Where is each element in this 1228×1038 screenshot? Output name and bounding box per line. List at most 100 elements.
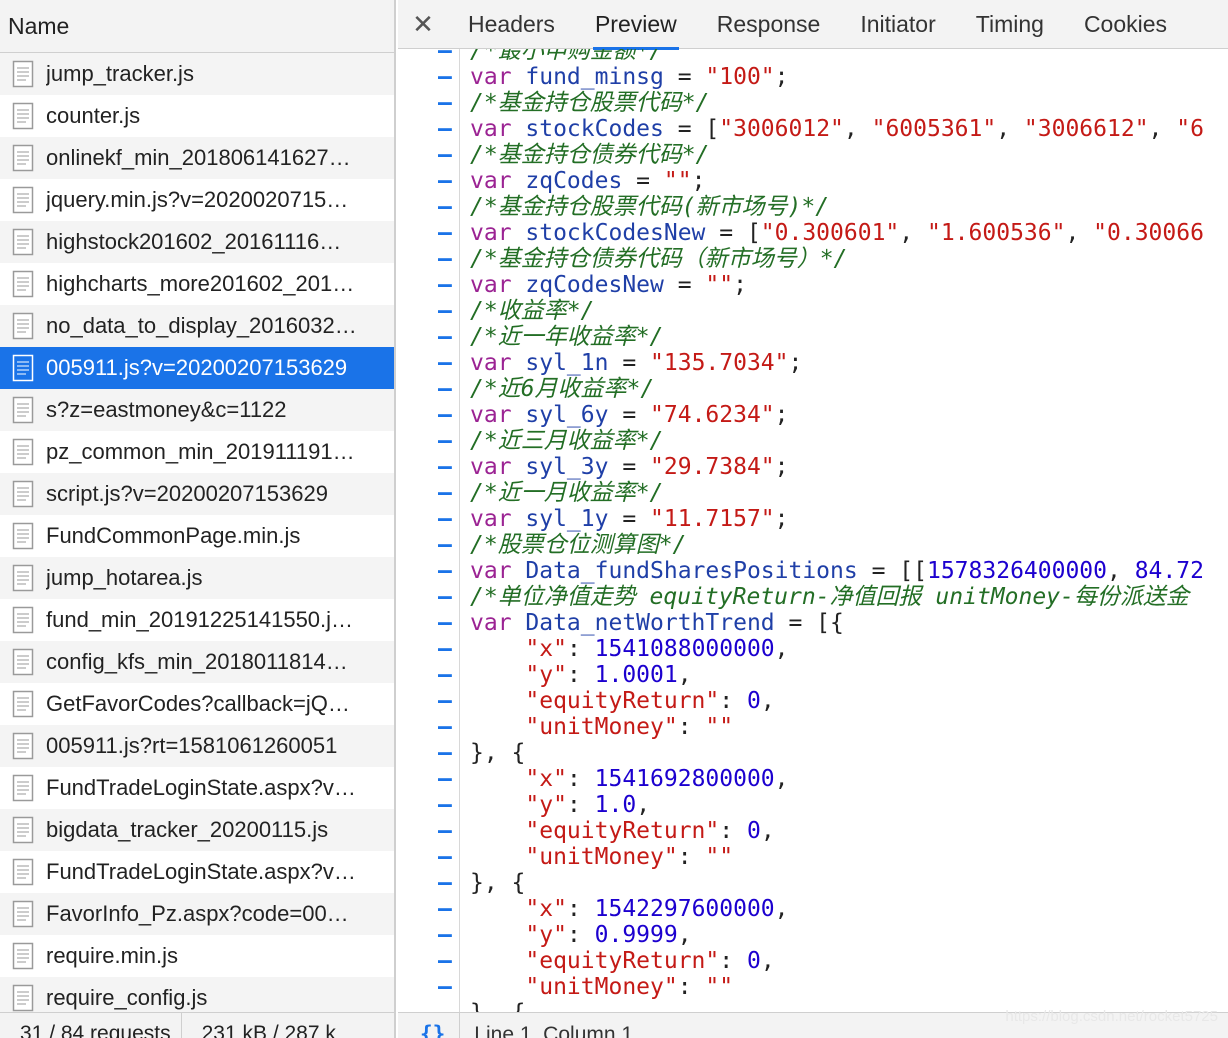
fold-marker-icon[interactable]: – [438,1000,452,1012]
fold-marker-icon[interactable]: – [438,532,452,558]
name-column-header[interactable]: Name [0,0,394,53]
request-row[interactable]: script.js?v=20200207153629 [0,473,394,515]
request-name: highstock201602_20161116… [46,229,342,254]
request-row[interactable]: FundTradeLoginState.aspx?v… [0,851,394,893]
code-token: "equityReturn" [525,948,720,974]
fold-marker-icon[interactable]: – [438,272,452,298]
code-line-text: "unitMoney": "" [470,714,733,740]
fold-marker-icon[interactable]: – [438,922,452,948]
fold-marker-icon[interactable]: – [438,454,452,480]
tab-preview[interactable]: Preview [575,0,697,50]
request-row[interactable]: s?z=eastmoney&c=1122 [0,389,394,431]
fold-marker-icon[interactable]: – [438,584,452,610]
request-row[interactable]: FundTradeLoginState.aspx?v… [0,767,394,809]
request-name: jump_tracker.js [46,61,194,86]
code-line-text: "y": 0.9999, [470,922,691,948]
fold-marker-icon[interactable]: – [438,376,452,402]
fold-marker-icon[interactable]: – [438,948,452,974]
file-icon [12,942,34,970]
fold-marker-icon[interactable]: – [438,870,452,896]
request-row[interactable]: no_data_to_display_2016032… [0,305,394,347]
fold-marker-icon[interactable]: – [438,662,452,688]
fold-marker-icon[interactable]: – [438,844,452,870]
request-row[interactable]: pz_common_min_201911191… [0,431,394,473]
code-line-text: }, { [470,740,525,766]
request-row[interactable]: FundCommonPage.min.js [0,515,394,557]
fold-marker-icon[interactable]: – [438,740,452,766]
fold-marker-icon[interactable]: – [438,220,452,246]
fold-marker-icon[interactable]: – [438,558,452,584]
file-icon [12,480,34,508]
request-row[interactable]: highstock201602_20161116… [0,221,394,263]
code-token: "0.30066 [1093,220,1204,246]
code-token: , [843,116,872,142]
code-token: "y" [525,922,567,948]
code-line-text: "unitMoney": "" [470,974,733,1000]
request-row[interactable]: jump_hotarea.js [0,557,394,599]
code-token: /*基金持仓债券代码*/ [470,142,710,168]
fold-marker-icon[interactable]: – [438,974,452,1000]
fold-marker-icon[interactable]: – [438,194,452,220]
fold-marker-icon[interactable]: – [438,298,452,324]
code-token: var [470,64,526,90]
tab-initiator[interactable]: Initiator [840,0,955,49]
request-row[interactable]: jquery.min.js?v=2020020715… [0,179,394,221]
code-line-text: "y": 1.0001, [470,662,691,688]
code-token: syl_1n [525,350,609,376]
code-token: , [774,766,789,792]
fold-marker-icon[interactable]: – [438,246,452,272]
request-row[interactable]: fund_min_20191225141550.j… [0,599,394,641]
code-token: var [470,168,526,194]
fold-marker-icon[interactable]: – [438,766,452,792]
code-line: –}, { [398,740,1228,766]
tab-timing[interactable]: Timing [956,0,1064,49]
fold-marker-icon[interactable]: – [438,636,452,662]
fold-marker-icon[interactable]: – [438,818,452,844]
request-row[interactable]: jump_tracker.js [0,53,394,95]
code-token: , [760,688,775,714]
code-line-text: /*近一月收益率*/ [470,480,663,506]
preview-code-view[interactable]: –/*最小申购金额*/– var fund_minsg = "100"; –/*基金… [398,49,1228,1012]
tab-cookies[interactable]: Cookies [1064,0,1187,49]
fold-marker-icon[interactable]: – [438,168,452,194]
request-row[interactable]: 005911.js?v=20200207153629 [0,347,394,389]
code-line: – var syl_6y = "74.6234"; [398,402,1228,428]
request-row[interactable]: counter.js [0,95,394,137]
fold-marker-icon[interactable]: – [438,610,452,636]
tab-response[interactable]: Response [697,0,841,49]
request-row[interactable]: bigdata_tracker_20200115.js [0,809,394,851]
request-row[interactable]: config_kfs_min_2018011814… [0,641,394,683]
code-line-text: /*基金持仓股票代码(新市场号)*/ [470,194,829,220]
fold-marker-icon[interactable]: – [438,896,452,922]
file-icon [12,564,34,592]
fold-marker-icon[interactable]: – [438,64,452,90]
code-token: syl_1y [525,506,609,532]
code-token: "equityReturn" [525,688,720,714]
fold-marker-icon[interactable]: – [438,402,452,428]
fold-marker-icon[interactable]: – [438,49,452,64]
request-row[interactable]: highcharts_more201602_201… [0,263,394,305]
fold-marker-icon[interactable]: – [438,480,452,506]
fold-marker-icon[interactable]: – [438,90,452,116]
fold-marker-icon[interactable]: – [438,116,452,142]
fold-marker-icon[interactable]: – [438,714,452,740]
pretty-print-button[interactable]: {} [420,1013,445,1038]
file-icon [12,648,34,676]
code-line-text: var stockCodesNew = ["0.300601", "1.6005… [470,220,1204,246]
fold-marker-icon[interactable]: – [438,506,452,532]
close-icon[interactable]: ✕ [398,0,448,49]
fold-marker-icon[interactable]: – [438,792,452,818]
fold-marker-icon[interactable]: – [438,142,452,168]
request-row[interactable]: onlinekf_min_201806141627… [0,137,394,179]
request-row[interactable]: require.min.js [0,935,394,977]
fold-marker-icon[interactable]: – [438,688,452,714]
request-row[interactable]: FavorInfo_Pz.aspx?code=00… [0,893,394,935]
request-row[interactable]: GetFavorCodes?callback=jQ… [0,683,394,725]
tab-headers[interactable]: Headers [448,0,575,49]
fold-marker-icon[interactable]: – [438,350,452,376]
fold-marker-icon[interactable]: – [438,324,452,350]
cursor-position: Line 1, Column 1 [474,1023,634,1038]
fold-marker-icon[interactable]: – [438,428,452,454]
request-row[interactable]: 005911.js?rt=1581061260051 [0,725,394,767]
